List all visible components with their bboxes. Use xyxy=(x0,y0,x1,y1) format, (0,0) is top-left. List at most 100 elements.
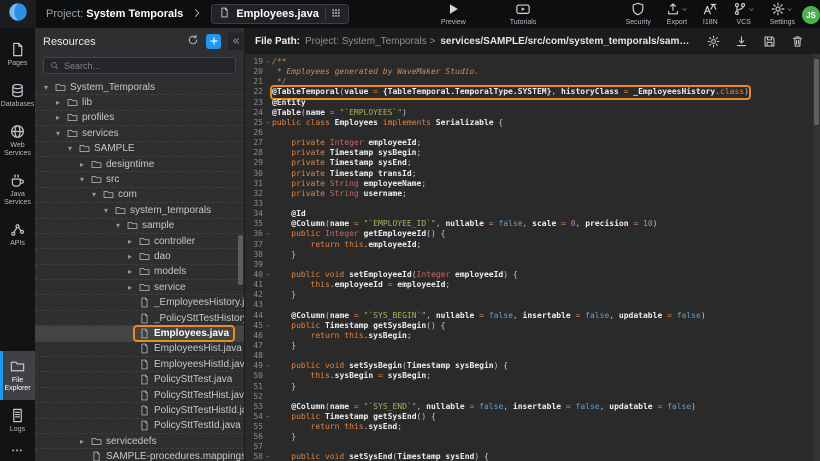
code-line-26[interactable]: 26 xyxy=(245,128,820,138)
code-line-23[interactable]: 23@Entity xyxy=(245,98,820,108)
sidebar-item-file-explorer[interactable]: File Explorer xyxy=(0,351,35,400)
editor-scrollbar-thumb[interactable] xyxy=(814,59,819,125)
code-line-27[interactable]: 27 private Integer employeeId; xyxy=(245,138,820,148)
line-number[interactable]: 29 xyxy=(245,158,263,168)
tree-item-system-temporals[interactable]: ▾System_Temporals xyxy=(35,80,244,95)
tree-expand-arrow[interactable]: ▾ xyxy=(41,83,51,92)
line-number[interactable]: 44 xyxy=(245,311,263,321)
code-line-55[interactable]: 55 return this.sysEnd; xyxy=(245,422,820,432)
line-number[interactable]: 35 xyxy=(245,219,263,229)
code-line-56[interactable]: 56 } xyxy=(245,432,820,442)
code-line-28[interactable]: 28 private Timestamp sysBegin; xyxy=(245,148,820,158)
code-line-22[interactable]: 22@TableTemporal(value = {TableTemporal.… xyxy=(245,87,820,97)
fold-marker[interactable]: - xyxy=(263,118,272,128)
line-number[interactable]: 51 xyxy=(245,382,263,392)
tree-expand-arrow[interactable]: ▸ xyxy=(125,237,135,246)
line-number[interactable]: 55 xyxy=(245,422,263,432)
topbar-action-i18n[interactable]: I18N xyxy=(703,3,718,26)
code-line-44[interactable]: 44 @Column(name = "`SYS_BEGIN`", nullabl… xyxy=(245,311,820,321)
code-line-39[interactable]: 39 xyxy=(245,260,820,270)
tree-expand-arrow[interactable]: ▾ xyxy=(65,144,75,153)
line-number[interactable]: 32 xyxy=(245,189,263,199)
search-input[interactable] xyxy=(64,61,229,71)
editor-settings-gear-icon[interactable] xyxy=(707,35,720,48)
tree-item-sample[interactable]: ▾SAMPLE xyxy=(35,142,244,157)
line-number[interactable]: 40 xyxy=(245,270,263,280)
line-number[interactable]: 42 xyxy=(245,290,263,300)
tree-item-employeeshistid-java[interactable]: EmployeesHistId.java xyxy=(35,357,244,372)
line-number[interactable]: 57 xyxy=(245,442,263,452)
code-line-36[interactable]: 36- public Integer getEmployeeId() { xyxy=(245,229,820,239)
line-number[interactable]: 50 xyxy=(245,371,263,381)
line-number[interactable]: 22 xyxy=(245,87,263,97)
line-number[interactable]: 41 xyxy=(245,280,263,290)
code-line-38[interactable]: 38 } xyxy=(245,250,820,260)
tree-item-sample-procedures-mappings-json[interactable]: SAMPLE-procedures.mappings.json xyxy=(35,449,244,461)
topbar-action-tutorials[interactable]: Tutorials xyxy=(510,3,537,26)
fold-marker[interactable]: - xyxy=(263,270,272,280)
tab-employees-java[interactable]: Employees.java xyxy=(211,4,349,24)
line-number[interactable]: 21 xyxy=(245,77,263,87)
tree-item-employees-java[interactable]: Employees.java xyxy=(35,326,244,341)
line-number[interactable]: 39 xyxy=(245,260,263,270)
line-number[interactable]: 37 xyxy=(245,240,263,250)
line-number[interactable]: 27 xyxy=(245,138,263,148)
tree-item-profiles[interactable]: ▸profiles xyxy=(35,111,244,126)
line-number[interactable]: 25 xyxy=(245,118,263,128)
code-line-41[interactable]: 41 this.employeeId = employeeId; xyxy=(245,280,820,290)
code-line-47[interactable]: 47 } xyxy=(245,341,820,351)
tree-item-models[interactable]: ▸models xyxy=(35,265,244,280)
delete-file-icon[interactable] xyxy=(791,35,804,48)
tree-item-designtime[interactable]: ▸designtime xyxy=(35,157,244,172)
code-line-33[interactable]: 33 xyxy=(245,199,820,209)
tree-item-employeeshistory-java[interactable]: _EmployeesHistory.java xyxy=(35,295,244,310)
tree-item-policystttesthist-java[interactable]: PolicySttTestHist.java xyxy=(35,388,244,403)
tree-item-src[interactable]: ▾src xyxy=(35,172,244,187)
refresh-icon[interactable] xyxy=(187,33,199,51)
line-number[interactable]: 38 xyxy=(245,250,263,260)
line-number[interactable]: 54 xyxy=(245,412,263,422)
line-number[interactable]: 20 xyxy=(245,67,263,77)
tree-expand-arrow[interactable]: ▸ xyxy=(125,267,135,276)
line-number[interactable]: 45 xyxy=(245,321,263,331)
line-number[interactable]: 52 xyxy=(245,392,263,402)
tree-expand-arrow[interactable]: ▾ xyxy=(101,206,111,215)
line-number[interactable]: 36 xyxy=(245,229,263,239)
fold-marker[interactable]: - xyxy=(263,452,272,461)
tree-item-com[interactable]: ▾com xyxy=(35,188,244,203)
code-line-35[interactable]: 35 @Column(name = "`EMPLOYEE_ID`", nulla… xyxy=(245,219,820,229)
tree-item-policystttestid-java[interactable]: PolicySttTestId.java xyxy=(35,419,244,434)
code-area[interactable]: 19-/**20 * Employees generated by WaveMa… xyxy=(245,54,820,461)
code-line-37[interactable]: 37 return this.employeeId; xyxy=(245,240,820,250)
sidebar-item-pages[interactable]: Pages xyxy=(0,34,35,75)
line-number[interactable]: 28 xyxy=(245,148,263,158)
collapse-panel-icon[interactable] xyxy=(228,33,243,50)
line-number[interactable]: 56 xyxy=(245,432,263,442)
code-line-57[interactable]: 57 xyxy=(245,442,820,452)
topbar-action-vcs[interactable]: VCS xyxy=(733,3,755,26)
code-line-43[interactable]: 43 xyxy=(245,300,820,310)
fold-marker[interactable]: - xyxy=(263,229,272,239)
code-line-31[interactable]: 31 private String employeeName; xyxy=(245,179,820,189)
line-number[interactable]: 34 xyxy=(245,209,263,219)
tree-expand-arrow[interactable]: ▸ xyxy=(125,252,135,261)
tree-item-system-temporals[interactable]: ▾system_temporals xyxy=(35,203,244,218)
grid-icon[interactable] xyxy=(325,7,341,21)
code-line-58[interactable]: 58- public void setSysEnd(Timestamp sysE… xyxy=(245,452,820,461)
sidebar-item-apis[interactable]: APIs xyxy=(0,214,35,255)
code-line-20[interactable]: 20 * Employees generated by WaveMaker St… xyxy=(245,67,820,77)
tree-expand-arrow[interactable]: ▾ xyxy=(53,129,63,138)
fold-marker[interactable]: - xyxy=(263,57,272,67)
save-file-icon[interactable] xyxy=(763,35,776,48)
tree-expand-arrow[interactable]: ▾ xyxy=(77,175,87,184)
code-line-52[interactable]: 52 xyxy=(245,392,820,402)
code-line-42[interactable]: 42 } xyxy=(245,290,820,300)
tree-expand-arrow[interactable]: ▸ xyxy=(125,283,135,292)
code-line-54[interactable]: 54- public Timestamp getSysEnd() { xyxy=(245,412,820,422)
tree-item-employeeshist-java[interactable]: EmployeesHist.java xyxy=(35,342,244,357)
code-line-24[interactable]: 24@Table(name = "`EMPLOYEES`") xyxy=(245,108,820,118)
tree-item-services[interactable]: ▾services xyxy=(35,126,244,141)
sidebar-item-databases[interactable]: Databases xyxy=(0,75,35,116)
code-line-40[interactable]: 40- public void setEmployeeId(Integer em… xyxy=(245,270,820,280)
sidebar-item-logs[interactable]: Logs xyxy=(0,400,35,441)
